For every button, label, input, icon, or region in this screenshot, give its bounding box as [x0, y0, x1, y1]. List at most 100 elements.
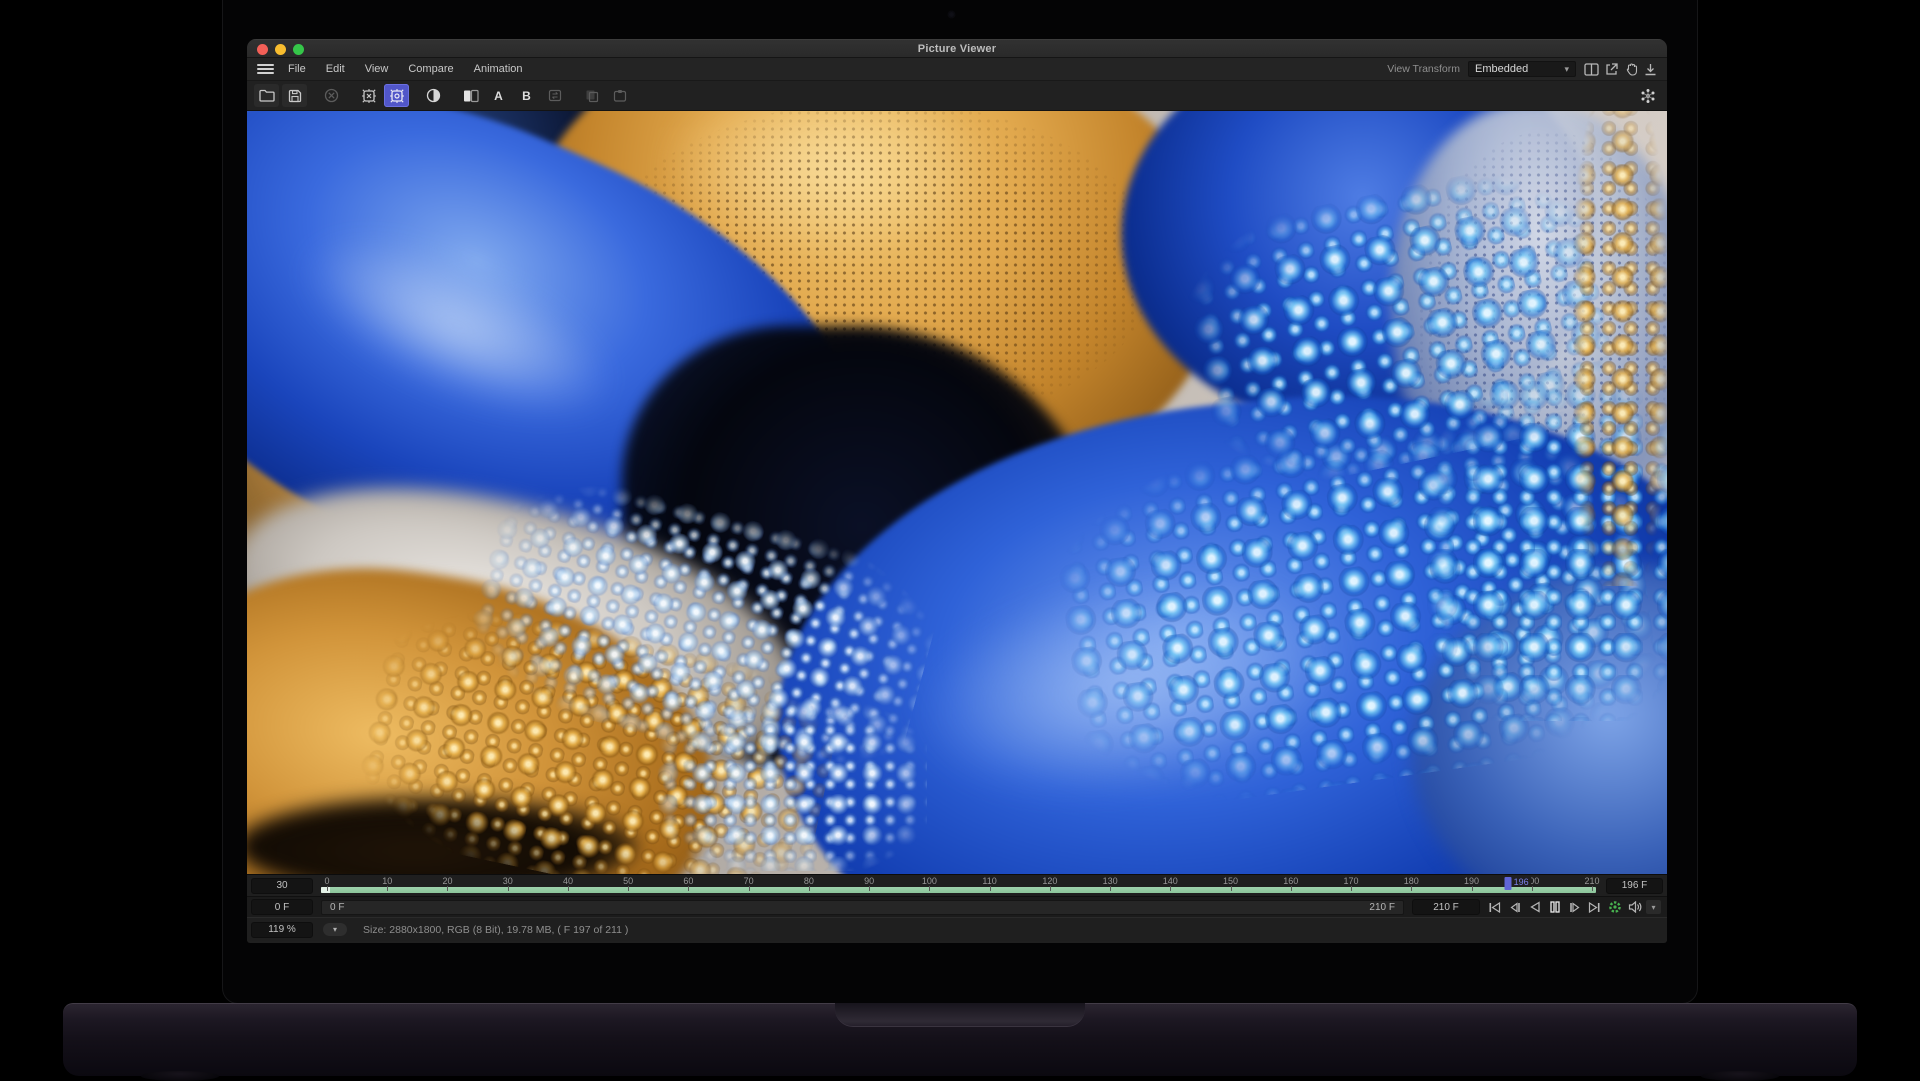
ruler-tick-label: 120	[1042, 876, 1058, 886]
step-forward-button[interactable]	[1566, 899, 1583, 915]
compare-a-label: A	[494, 88, 503, 103]
menu-edit[interactable]: Edit	[326, 63, 345, 75]
ruler-tick-label: 150	[1223, 876, 1239, 886]
clear-button[interactable]	[319, 84, 344, 107]
end-frame-field[interactable]: 210 F	[1412, 899, 1480, 915]
loop-icon	[1608, 901, 1621, 913]
step-back-button[interactable]	[1506, 899, 1523, 915]
view-transform-select[interactable]: Embedded ▾	[1468, 61, 1576, 77]
ruler-tick-mark	[688, 886, 690, 891]
render-bubbles-gold-right	[1572, 111, 1667, 586]
laptop-base	[63, 1003, 1857, 1081]
ruler-tick-label: 30	[502, 876, 513, 886]
step-forward-icon	[1569, 901, 1580, 913]
ruler-tick-mark	[327, 886, 329, 891]
current-frame-field[interactable]: 196 F	[1606, 877, 1663, 894]
transport-controls: ▾	[1484, 899, 1667, 915]
ruler-tick-mark	[1471, 886, 1473, 891]
chevron-down-icon: ▾	[1564, 63, 1569, 74]
ruler-tick-mark	[1290, 886, 1292, 891]
copy-button[interactable]	[579, 84, 604, 107]
jump-to-end-button[interactable]	[1586, 899, 1603, 915]
filter-chip-active-icon	[389, 88, 404, 103]
ruler-tick-label: 180	[1403, 876, 1419, 886]
ruler-tick-mark	[1170, 886, 1172, 891]
compare-button[interactable]	[458, 84, 483, 107]
clear-icon	[324, 88, 339, 103]
ruler-tick-mark	[507, 886, 509, 891]
ruler-tick-mark	[929, 886, 931, 891]
picture-viewer-window: Picture Viewer File Edit View Compare An…	[247, 39, 1667, 943]
hamburger-menu-icon[interactable]	[257, 63, 274, 75]
contrast-button[interactable]	[421, 84, 446, 107]
swap-ab-button[interactable]	[542, 84, 567, 107]
ruler-tick-mark	[1230, 886, 1232, 891]
ruler-tick-label: 170	[1343, 876, 1359, 886]
ruler-tick-mark	[628, 886, 630, 891]
dock-download-icon[interactable]	[1644, 63, 1657, 76]
chevron-down-icon: ▾	[332, 925, 337, 934]
ruler-tick-label: 80	[803, 876, 814, 886]
minimize-window-button[interactable]	[275, 44, 286, 55]
paste-button[interactable]	[607, 84, 632, 107]
ruler-tick-mark	[1110, 886, 1112, 891]
view-transform-label: View Transform	[1387, 63, 1460, 75]
compare-b-button[interactable]: B	[514, 84, 539, 107]
ruler-tick-mark	[1351, 886, 1353, 891]
ruler-tick-label: 70	[743, 876, 754, 886]
title-bar: Picture Viewer	[247, 39, 1667, 58]
split-view-icon[interactable]	[1584, 62, 1599, 76]
ruler-tick-label: 60	[683, 876, 694, 886]
frame-rate-field[interactable]: 30	[251, 877, 313, 894]
menu-file[interactable]: File	[288, 63, 306, 75]
filter-settings-button[interactable]	[356, 84, 381, 107]
filter-enabled-button[interactable]	[384, 84, 409, 107]
ruler-tick-mark	[567, 886, 569, 891]
window-title: Picture Viewer	[917, 42, 997, 55]
ruler-tick-label: 0	[324, 876, 330, 886]
range-end-label: 210 F	[1369, 901, 1395, 913]
open-external-icon[interactable]	[1605, 62, 1619, 76]
ruler-tick-label: 50	[623, 876, 634, 886]
speaker-icon	[1628, 901, 1641, 913]
ruler-tick-label: 100	[921, 876, 937, 886]
save-button[interactable]	[282, 84, 307, 107]
pan-hand-icon[interactable]	[1625, 62, 1638, 76]
ruler-tick-mark	[989, 886, 991, 891]
loop-playback-button[interactable]	[1606, 899, 1623, 915]
ruler-tick-mark	[1531, 886, 1533, 891]
compare-a-button[interactable]: A	[486, 84, 511, 107]
pause-button[interactable]	[1546, 899, 1563, 915]
render-settings-button[interactable]	[1635, 84, 1660, 107]
playback-options-button[interactable]: ▾	[1646, 900, 1661, 914]
timeline-playhead[interactable]	[1504, 877, 1512, 890]
timeline-ruler[interactable]: 0 10 20 30 40 50 60 70 80 90 100 110 120 130 140 150 160…	[321, 875, 1599, 896]
ruler-tick-mark	[1049, 886, 1051, 891]
filter-chip-icon	[361, 88, 376, 103]
ruler-tick-label: 20	[442, 876, 453, 886]
menu-view[interactable]: View	[365, 63, 389, 75]
menu-compare[interactable]: Compare	[408, 63, 453, 75]
open-folder-button[interactable]	[254, 84, 279, 107]
start-frame-field[interactable]: 0 F	[251, 899, 313, 915]
zoom-dropdown-button[interactable]: ▾	[323, 923, 347, 936]
ruler-tick-mark	[748, 886, 750, 891]
ruler-tick-mark	[387, 886, 389, 891]
ruler-tick-label: 40	[562, 876, 573, 886]
preview-range-slider[interactable]: 0 F 210 F	[321, 899, 1404, 915]
ruler-tick-mark	[869, 886, 871, 891]
jump-to-start-button[interactable]	[1486, 899, 1503, 915]
close-window-button[interactable]	[257, 44, 268, 55]
play-reverse-button[interactable]	[1526, 899, 1543, 915]
jump-to-start-icon	[1489, 901, 1501, 913]
sound-button[interactable]	[1626, 899, 1643, 915]
menu-animation[interactable]: Animation	[474, 63, 523, 75]
image-info-text: Size: 2880x1800, RGB (8 Bit), 19.78 MB, …	[363, 923, 629, 936]
zoom-level-field[interactable]: 119 %	[251, 921, 313, 938]
menu-bar: File Edit View Compare Animation View Tr…	[247, 58, 1667, 81]
toolbar: A B	[247, 81, 1667, 111]
play-reverse-icon	[1529, 901, 1540, 913]
playhead-frame-label: 196	[1511, 877, 1531, 887]
zoom-window-button[interactable]	[293, 44, 304, 55]
swap-ab-icon	[548, 89, 561, 102]
